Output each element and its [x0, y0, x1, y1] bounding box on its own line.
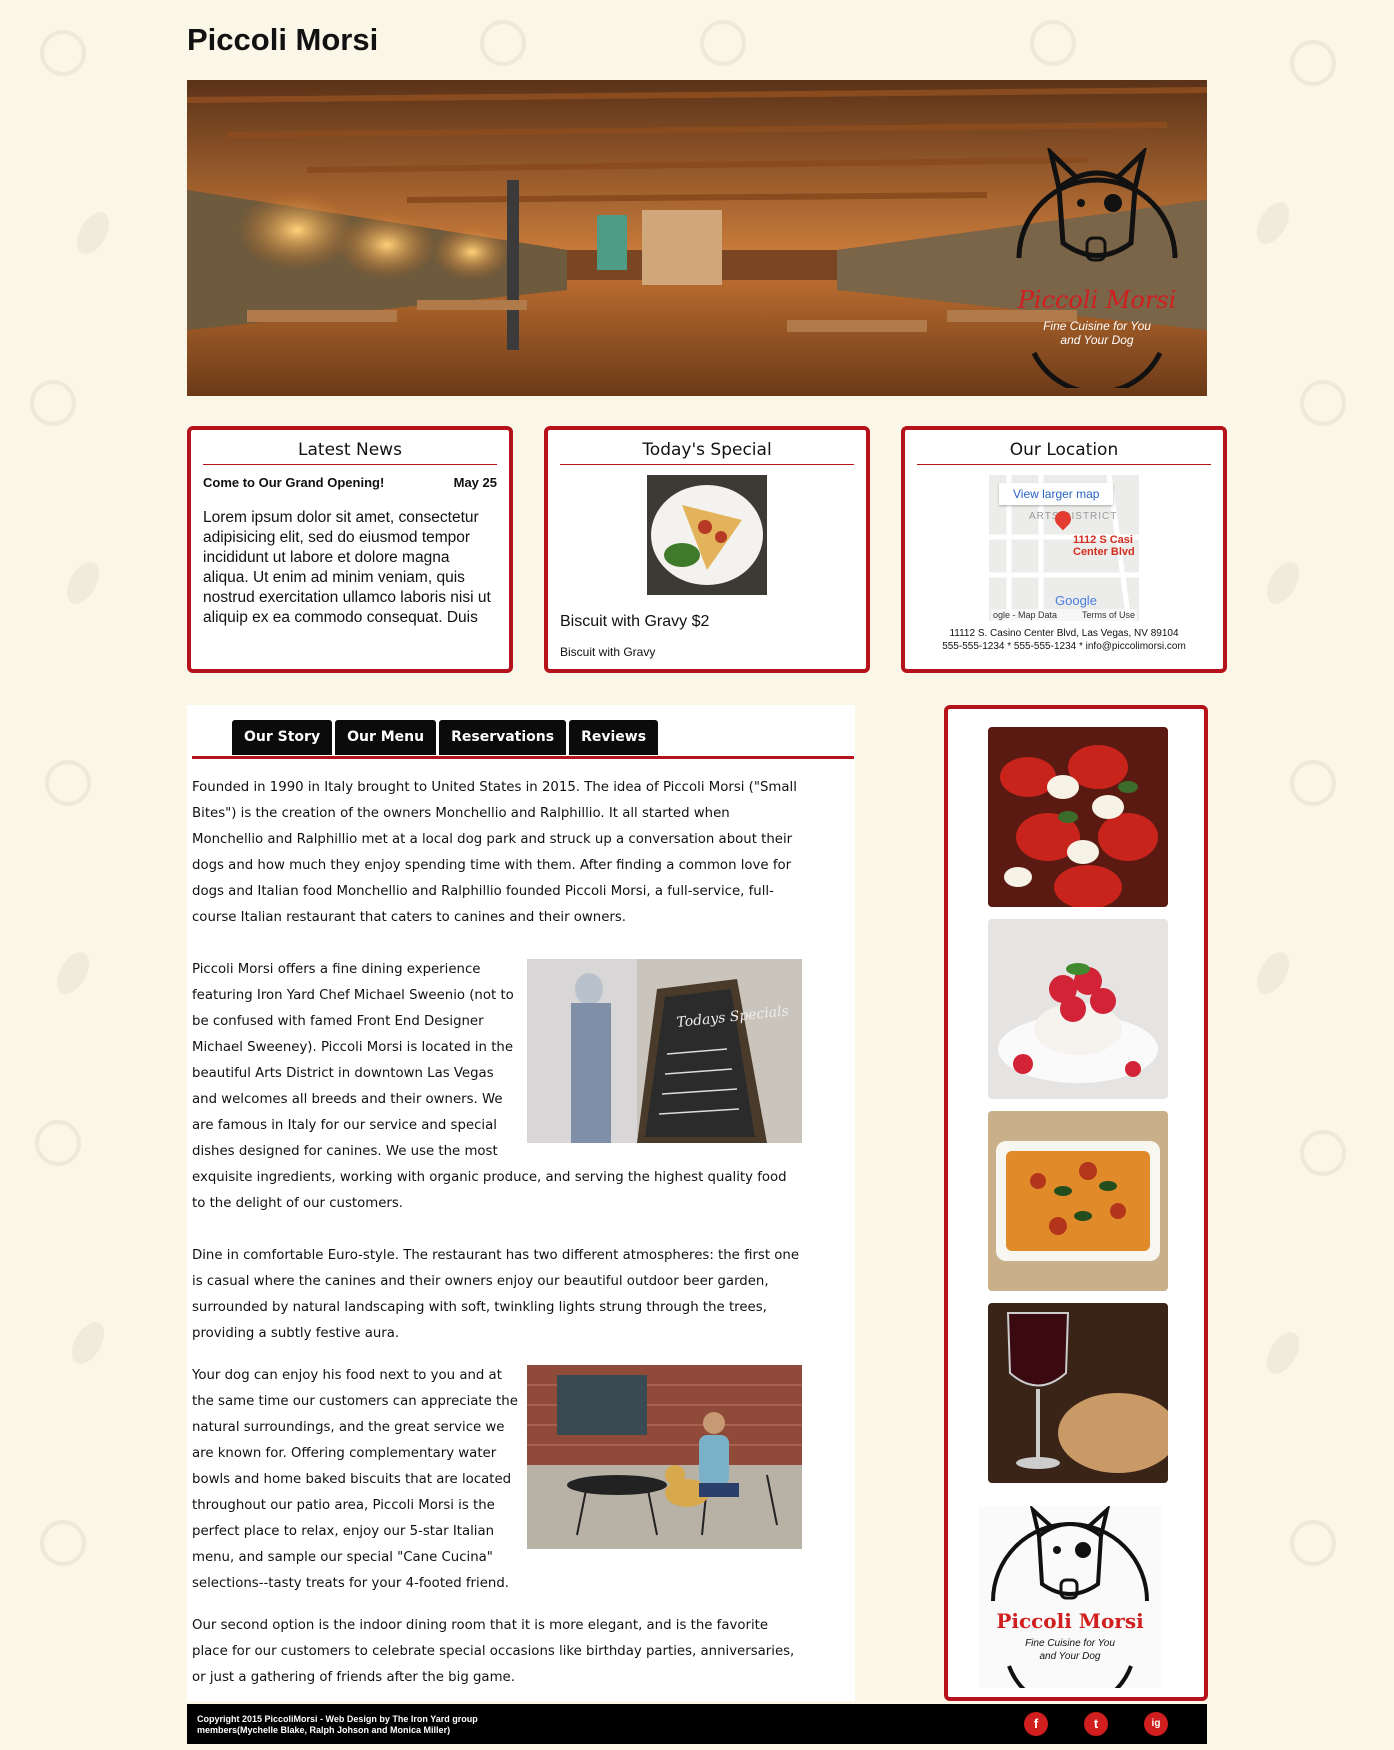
site-footer: Copyright 2015 PiccoliMorsi - Web Design… — [187, 1704, 1207, 1744]
map-terms-link[interactable]: Terms of Use — [1082, 610, 1135, 620]
tab-reservations[interactable]: Reservations — [439, 720, 567, 755]
story-paragraph-1: Founded in 1990 in Italy brought to Unit… — [192, 780, 797, 925]
news-item-body: Lorem ipsum dolor sit amet, consectetur … — [203, 509, 491, 626]
tab-our-menu[interactable]: Our Menu — [335, 720, 437, 755]
red-wine-photo — [988, 1303, 1168, 1483]
special-description: Biscuit with Gravy — [560, 645, 656, 659]
chalkboard-photo: Todays Specials — [527, 959, 802, 1143]
tab-underline — [192, 756, 854, 759]
hero-logo-name: Piccoli Morsi — [1017, 286, 1177, 314]
location-address: 11112 S. Casino Center Blvd, Las Vegas, … — [905, 627, 1223, 653]
map-district-label: ARTS DISTRICT — [1029, 511, 1118, 522]
latest-news-heading: Latest News — [203, 440, 497, 465]
tab-bar: Our Story Our Menu Reservations Reviews — [232, 720, 659, 755]
todays-special-box: Today's Special Biscuit with Gravy $2 Bi… — [544, 426, 870, 673]
latest-news-box: Latest News Come to Our Grand Opening! M… — [187, 426, 513, 673]
caprese-photo — [988, 727, 1168, 907]
gallery-logo-tagline-1: Fine Cuisine for You — [1025, 1638, 1115, 1649]
map-footer: ogle - Map Data Terms of Use — [991, 609, 1137, 621]
hero-logo: Piccoli Morsi Fine Cuisine for You and Y… — [1016, 148, 1178, 388]
main-content: Our Story Our Menu Reservations Reviews … — [187, 705, 855, 1701]
footer-line-2: members(Mychelle Blake, Ralph Johson and… — [197, 1725, 451, 1735]
footer-copyright: Copyright 2015 PiccoliMorsi - Web Design… — [197, 1714, 478, 1736]
tab-reviews[interactable]: Reviews — [569, 720, 659, 755]
google-logo: Google — [1055, 593, 1097, 608]
view-larger-map-button[interactable]: View larger map — [999, 483, 1114, 505]
pavlova-dessert-photo — [988, 919, 1168, 1099]
gallery-logo-tagline-2: and Your Dog — [1040, 1651, 1101, 1662]
tab-our-story[interactable]: Our Story — [232, 720, 333, 755]
patio-dog-photo — [527, 1365, 802, 1549]
special-title: Biscuit with Gravy $2 — [560, 613, 710, 630]
our-location-heading: Our Location — [917, 440, 1211, 465]
hero-logo-tagline-1: Fine Cuisine for You — [1043, 319, 1151, 333]
our-location-box: Our Location View larger map ARTS DISTRI… — [901, 426, 1227, 673]
story-paragraph-3: Dine in comfortable Euro-style. The rest… — [192, 1248, 800, 1341]
pizza-slice-photo — [647, 475, 767, 595]
story-paragraph-5: Our second option is the indoor dining r… — [192, 1618, 795, 1685]
instagram-icon[interactable]: ig — [1144, 1712, 1168, 1736]
gallery-logo-name: Piccoli Morsi — [996, 1609, 1144, 1633]
lasagna-photo — [988, 1111, 1168, 1291]
news-item-title[interactable]: Come to Our Grand Opening! — [203, 475, 384, 490]
map-data-credit: ogle - Map Data — [993, 610, 1058, 620]
food-gallery: Piccoli Morsi Fine Cuisine for You and Y… — [944, 705, 1208, 1701]
news-item-header: Come to Our Grand Opening! May 25 — [203, 475, 497, 490]
facebook-icon[interactable]: f — [1024, 1712, 1048, 1736]
twitter-icon[interactable]: t — [1084, 1712, 1108, 1736]
news-item-date: May 25 — [453, 475, 497, 490]
contact-line: 555-555-1234 * 555-555-1234 * info@picco… — [942, 641, 1186, 652]
site-title: Piccoli Morsi — [187, 22, 379, 57]
map-pin-label: 1112 S Casi Center Blvd — [1073, 534, 1135, 558]
hero-logo-tagline-2: and Your Dog — [1060, 333, 1133, 347]
gallery-logo: Piccoli Morsi Fine Cuisine for You and Y… — [979, 1506, 1161, 1688]
hero-banner: Piccoli Morsi Fine Cuisine for You and Y… — [187, 80, 1207, 396]
footer-line-1: Copyright 2015 PiccoliMorsi - Web Design… — [197, 1714, 478, 1724]
embedded-map[interactable]: View larger map ARTS DISTRICT 1112 S Cas… — [989, 475, 1139, 621]
todays-special-heading: Today's Special — [560, 440, 854, 465]
address-line: 11112 S. Casino Center Blvd, Las Vegas, … — [949, 628, 1179, 639]
story-content: Founded in 1990 in Italy brought to Unit… — [192, 775, 802, 1717]
